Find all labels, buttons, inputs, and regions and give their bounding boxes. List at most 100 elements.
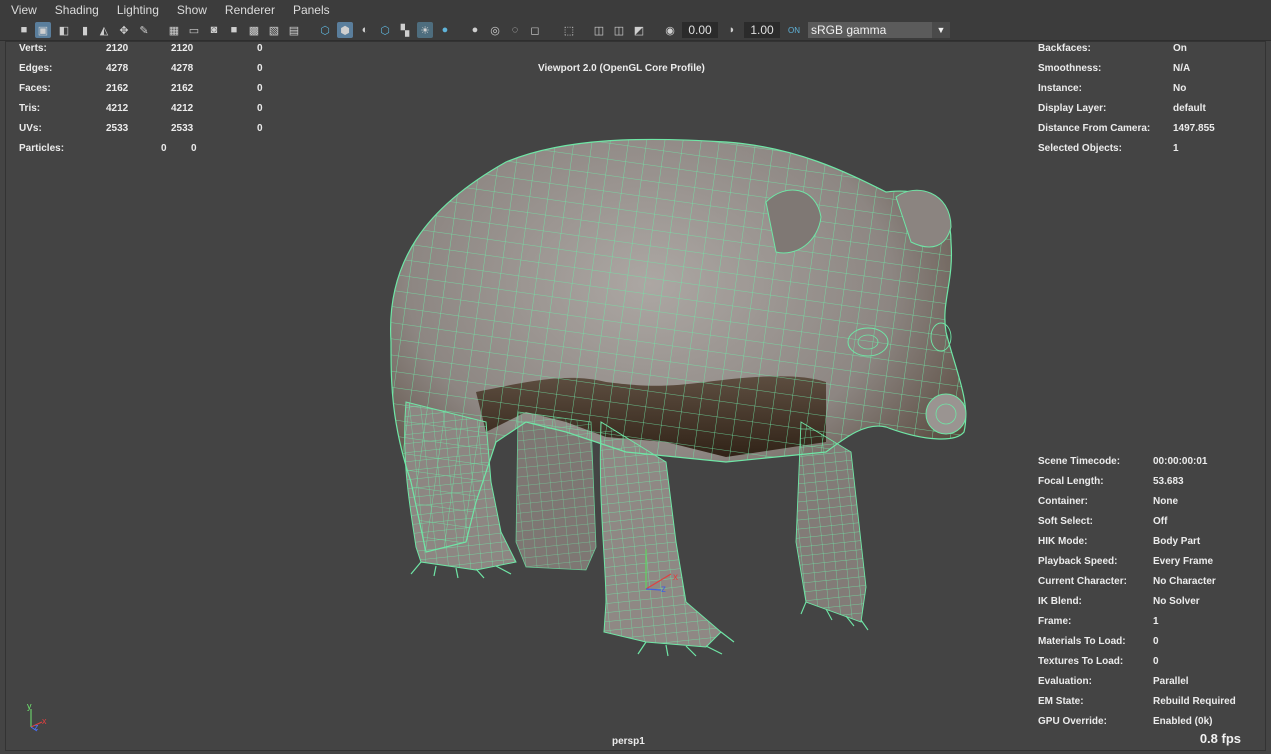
wireframe-on-shaded-icon[interactable]: ⬡ (377, 22, 393, 38)
chevron-down-icon[interactable]: ▼ (932, 22, 950, 38)
hud-value: Parallel (1153, 676, 1189, 687)
xray-components-icon[interactable]: ◩ (631, 22, 647, 38)
camera-attributes-icon[interactable]: ▣ (35, 22, 51, 38)
hud-value: 0 (161, 143, 167, 154)
hud-value: 0 (1153, 636, 1159, 647)
hud-value: 2120 (106, 43, 129, 54)
hud-label: Instance: (1038, 83, 1082, 94)
anti-aliasing-icon[interactable]: ◌ (507, 22, 523, 38)
xray-joints-icon[interactable]: ◫ (611, 22, 627, 38)
hud-label: Soft Select: (1038, 516, 1094, 527)
hud-label: Distance From Camera: (1038, 123, 1151, 134)
hud-label: Scene Timecode: (1038, 456, 1121, 467)
axis-x-label: x (42, 716, 47, 726)
hud-label: HIK Mode: (1038, 536, 1088, 547)
axis-z-label: z (34, 722, 39, 732)
menu-panels[interactable]: Panels (282, 3, 337, 17)
exposure-icon[interactable]: ◉ (662, 22, 678, 38)
textured-icon[interactable]: ▚ (397, 22, 413, 38)
color-management-icon[interactable]: ON (786, 22, 802, 38)
xray-icon[interactable]: ◫ (591, 22, 607, 38)
hud-value: 2162 (106, 83, 129, 94)
hud-value: 2533 (106, 123, 129, 134)
exposure-field[interactable]: 0.00 (682, 22, 718, 38)
camera-select-icon[interactable]: ■ (16, 22, 32, 38)
hud-label: Evaluation: (1038, 676, 1092, 687)
resolution-gate-icon[interactable]: ◙ (206, 22, 222, 38)
hud-value: Rebuild Required (1153, 696, 1236, 707)
renderer-label: Viewport 2.0 (OpenGL Core Profile) (538, 63, 705, 74)
hud-label: Particles: (19, 143, 65, 154)
menu-view[interactable]: View (0, 3, 44, 17)
2d-pan-zoom-icon[interactable]: ✥ (116, 22, 132, 38)
wireframe-icon[interactable]: ⬡ (317, 22, 333, 38)
gamma-field[interactable]: 1.00 (744, 22, 780, 38)
hud-label: Current Character: (1038, 576, 1127, 587)
hud-label: IK Blend: (1038, 596, 1082, 607)
hud-label: Focal Length: (1038, 476, 1104, 487)
grease-pencil-icon[interactable]: ✎ (136, 22, 152, 38)
safe-title-icon[interactable]: ▤ (286, 22, 302, 38)
film-gate-icon[interactable]: ▭ (186, 22, 202, 38)
hud-value: 0 (257, 83, 263, 94)
bookmark-icon[interactable]: ▮ (77, 22, 93, 38)
hud-value: 4278 (106, 63, 129, 74)
hud-value: Every Frame (1153, 556, 1214, 567)
use-all-lights-icon[interactable]: ☀ (417, 22, 433, 38)
camera-name-label: persp1 (612, 736, 645, 747)
hud-value: 0 (1153, 656, 1159, 667)
hud-label: Backfaces: (1038, 43, 1091, 54)
hud-value: 0 (257, 103, 263, 114)
hud-label: Faces: (19, 83, 51, 94)
view-transform-dropdown[interactable]: sRGB gamma ▼ (808, 22, 950, 38)
viewport-panel[interactable]: x z y x z Verts: 2120 2120 0 Edges: 4278… (5, 41, 1266, 751)
hud-label: Verts: (19, 43, 47, 54)
hud-value: 1 (1153, 616, 1159, 627)
hud-value: 2162 (171, 83, 194, 94)
hud-value: No Solver (1153, 596, 1200, 607)
safe-action-icon[interactable]: ▧ (266, 22, 282, 38)
menu-shading[interactable]: Shading (44, 3, 106, 17)
hud-label: Textures To Load: (1038, 656, 1124, 667)
bookmark-camera-icon[interactable]: ◧ (56, 22, 72, 38)
motion-blur-icon[interactable]: ◎ (487, 22, 503, 38)
hud-value: 0 (257, 63, 263, 74)
menu-lighting[interactable]: Lighting (106, 3, 166, 17)
hud-value: Off (1153, 516, 1168, 527)
svg-text:z: z (661, 584, 666, 595)
hud-value: 4278 (171, 63, 194, 74)
hud-value: None (1153, 496, 1178, 507)
hud-value: N/A (1173, 63, 1191, 74)
smooth-shade-icon[interactable]: ⬢ (337, 22, 353, 38)
gate-mask-icon[interactable]: ■ (226, 22, 242, 38)
hud-value: 2533 (171, 123, 194, 134)
hud-value: 0 (257, 123, 263, 134)
field-chart-icon[interactable]: ▩ (246, 22, 262, 38)
depth-of-field-icon[interactable]: ◻ (527, 22, 543, 38)
view-transform-label: sRGB gamma (811, 23, 887, 37)
hud-value: 4212 (171, 103, 194, 114)
isolate-select-icon[interactable]: ⬚ (561, 22, 577, 38)
menu-renderer[interactable]: Renderer (214, 3, 282, 17)
hud-label: UVs: (19, 123, 42, 134)
image-plane-icon[interactable]: ◭ (96, 22, 112, 38)
hud-value: Body Part (1153, 536, 1201, 547)
screen-space-ao-icon[interactable]: ● (467, 22, 483, 38)
default-material-icon[interactable]: ◐ (357, 22, 373, 38)
hud-value: No (1173, 83, 1187, 94)
svg-text:x: x (673, 572, 678, 583)
hud-value: 1 (1173, 143, 1179, 154)
hud-label: Frame: (1038, 616, 1072, 627)
hud-label: Playback Speed: (1038, 556, 1118, 567)
hud-value: Enabled (0k) (1153, 716, 1213, 727)
hud-label: Selected Objects: (1038, 143, 1122, 154)
gamma-icon[interactable]: ◗ (724, 22, 740, 38)
menu-show[interactable]: Show (166, 3, 214, 17)
shadows-icon[interactable]: ● (437, 22, 453, 38)
hud-value: 4212 (106, 103, 129, 114)
hud-label: Container: (1038, 496, 1088, 507)
hud-value: default (1173, 103, 1206, 114)
grid-icon[interactable]: ▦ (166, 22, 182, 38)
hud-label: Display Layer: (1038, 103, 1107, 114)
menu-bar: View Shading Lighting Show Renderer Pane… (0, 0, 1271, 20)
